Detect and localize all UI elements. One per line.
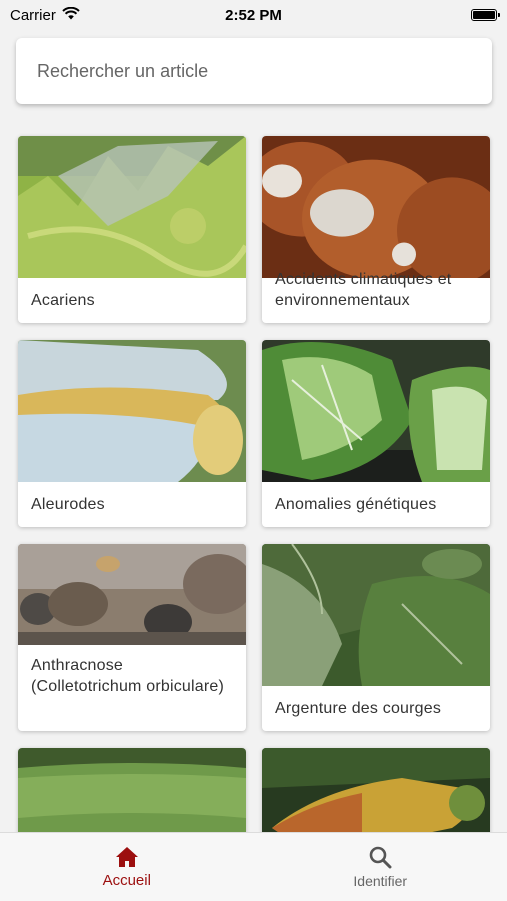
article-image [262, 340, 490, 482]
article-card[interactable] [262, 748, 490, 832]
article-title: Anomalies génétiques [275, 482, 480, 527]
article-title: Acariens [31, 278, 236, 323]
article-card-argenture-des-courges[interactable]: Argenture des courges [262, 544, 490, 731]
article-image [18, 340, 246, 482]
article-card-acariens[interactable]: Acariens [18, 136, 246, 323]
tab-bar: Accueil Identifier [0, 832, 507, 901]
article-title: Anthracnose (Colletotrichum orbiculare) [31, 645, 236, 731]
article-card-anthracnose[interactable]: Anthracnose (Colletotrichum orbiculare) [18, 544, 246, 731]
article-image [18, 136, 246, 278]
article-image [262, 544, 490, 686]
tab-label: Identifier [353, 873, 407, 889]
tab-identifier[interactable]: Identifier [254, 833, 507, 901]
tab-label: Accueil [103, 872, 151, 889]
article-card-aleurodes[interactable]: Aleurodes [18, 340, 246, 527]
article-card-accidents-climatiques[interactable]: Accidents climatiques et environnementau… [262, 136, 490, 323]
article-title: Argenture des courges [275, 686, 480, 731]
search-icon [368, 845, 392, 869]
article-card-anomalies-genetiques[interactable]: Anomalies génétiques [262, 340, 490, 527]
article-title: Aleurodes [31, 482, 236, 527]
home-icon [115, 846, 139, 868]
tab-accueil[interactable]: Accueil [0, 833, 254, 901]
article-image [18, 748, 246, 832]
article-grid: Acariens Accidents climatiques et enviro… [0, 0, 507, 832]
article-image [18, 544, 246, 645]
article-title: Accidents climatiques et environnementau… [275, 256, 480, 323]
article-image [262, 748, 490, 832]
article-card[interactable] [18, 748, 246, 832]
